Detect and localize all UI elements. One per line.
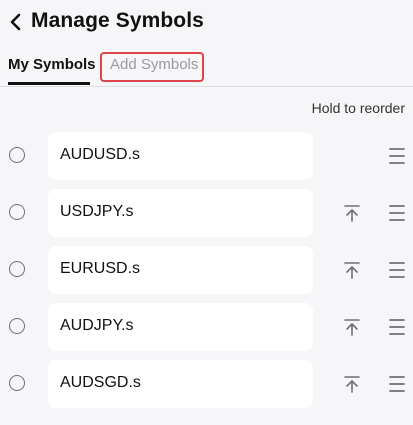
drag-handle[interactable] xyxy=(387,259,407,281)
drag-handle[interactable] xyxy=(387,373,407,395)
page-title: Manage Symbols xyxy=(31,9,204,32)
symbol-name: USDJPY.s xyxy=(60,203,134,220)
symbol-card[interactable]: AUDUSD.s xyxy=(48,132,313,180)
tab-add-symbols[interactable]: Add Symbols xyxy=(110,56,198,73)
drag-handle[interactable] xyxy=(387,202,407,224)
move-to-top-icon xyxy=(344,376,360,393)
select-radio[interactable] xyxy=(9,204,25,220)
active-tab-indicator xyxy=(8,82,90,85)
list-item: USDJPY.s xyxy=(0,189,413,237)
symbol-card[interactable]: AUDJPY.s xyxy=(48,303,313,351)
drag-handle-icon xyxy=(389,376,405,392)
back-button[interactable] xyxy=(6,9,26,35)
move-to-top-button[interactable] xyxy=(342,316,362,338)
symbol-card[interactable]: AUDSGD.s xyxy=(48,360,313,408)
move-to-top-icon xyxy=(344,262,360,279)
chevron-left-icon xyxy=(10,13,21,31)
tab-bar: My Symbols Add Symbols xyxy=(0,50,413,87)
drag-handle[interactable] xyxy=(387,316,407,338)
move-to-top-button[interactable] xyxy=(342,259,362,281)
select-radio[interactable] xyxy=(9,318,25,334)
symbol-card[interactable]: EURUSD.s xyxy=(48,246,313,294)
drag-handle-icon xyxy=(389,205,405,221)
move-to-top-button[interactable] xyxy=(342,373,362,395)
symbol-name: AUDUSD.s xyxy=(60,146,141,163)
reorder-hint: Hold to reorder xyxy=(311,100,405,116)
list-item: AUDSGD.s xyxy=(0,360,413,408)
list-item: AUDUSD.s xyxy=(0,132,413,180)
drag-handle-icon xyxy=(389,319,405,335)
move-to-top-icon xyxy=(344,319,360,336)
symbol-name: AUDJPY.s xyxy=(60,317,134,334)
select-radio[interactable] xyxy=(9,375,25,391)
move-to-top-button[interactable] xyxy=(342,202,362,224)
symbol-name: AUDSGD.s xyxy=(60,374,141,391)
tab-my-symbols[interactable]: My Symbols xyxy=(8,56,96,73)
list-item: AUDJPY.s xyxy=(0,303,413,351)
drag-handle-icon xyxy=(389,262,405,278)
symbol-name: EURUSD.s xyxy=(60,260,141,277)
symbol-card[interactable]: USDJPY.s xyxy=(48,189,313,237)
select-radio[interactable] xyxy=(9,147,25,163)
header: Manage Symbols xyxy=(0,0,413,44)
drag-handle-icon xyxy=(389,148,405,164)
list-item: EURUSD.s xyxy=(0,246,413,294)
select-radio[interactable] xyxy=(9,261,25,277)
move-to-top-icon xyxy=(344,205,360,222)
drag-handle[interactable] xyxy=(387,145,407,167)
